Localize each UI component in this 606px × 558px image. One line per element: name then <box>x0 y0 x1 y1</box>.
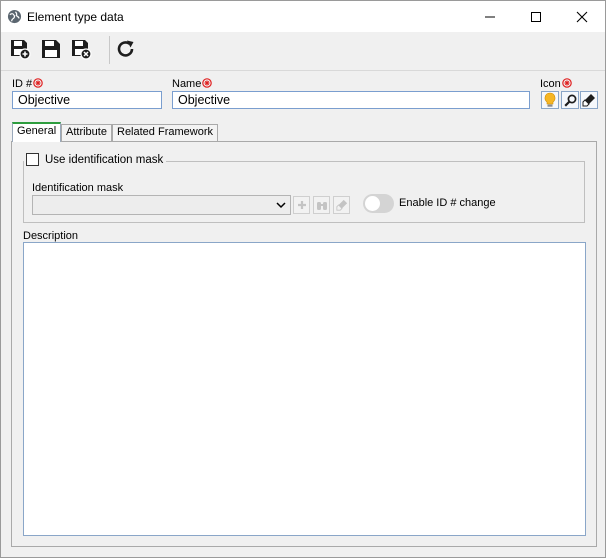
icon-clear-button[interactable] <box>580 91 598 109</box>
eraser-icon <box>335 199 347 211</box>
binoculars-icon <box>316 201 327 210</box>
required-icon <box>202 78 213 88</box>
use-mask-legend: Use identification mask <box>24 153 167 166</box>
tab-related-framework[interactable]: Related Framework <box>112 124 218 141</box>
mask-label: Identification mask <box>32 182 124 194</box>
general-tab-panel: Use identification mask Identification m… <box>11 141 597 547</box>
refresh-icon <box>117 40 134 57</box>
description-textarea[interactable] <box>23 242 586 536</box>
close-button[interactable] <box>559 1 605 32</box>
enable-id-change-toggle[interactable] <box>363 194 394 213</box>
close-icon <box>576 11 588 22</box>
use-mask-checkbox[interactable] <box>26 153 39 166</box>
plus-icon <box>297 201 306 209</box>
save-and-new-button[interactable] <box>9 38 31 60</box>
minimize-icon <box>485 16 495 17</box>
toolbar-separator <box>109 36 110 64</box>
mask-select[interactable] <box>32 195 291 215</box>
name-label: Name <box>172 78 213 90</box>
toolbar <box>1 32 605 71</box>
enable-id-change-label: Enable ID # change <box>399 197 496 209</box>
icon-label: Icon <box>540 78 572 90</box>
description-label: Description <box>23 230 79 242</box>
name-input[interactable] <box>172 91 530 109</box>
app-globe-icon <box>7 9 22 24</box>
save-button[interactable] <box>40 38 62 60</box>
floppy-plus-icon <box>11 40 31 60</box>
element-type-dialog: Element type data ID # Objective Name Ob… <box>0 0 606 558</box>
floppy-close-icon <box>72 40 92 60</box>
eraser-icon <box>582 94 595 107</box>
search-icon <box>563 94 576 107</box>
save-and-close-button[interactable] <box>70 38 92 60</box>
minimize-button[interactable] <box>467 1 513 32</box>
id-label: ID # <box>12 78 43 90</box>
icon-search-button[interactable] <box>561 91 579 109</box>
required-icon <box>33 78 43 88</box>
title-bar: Element type data <box>1 1 605 32</box>
tab-general[interactable]: General <box>12 122 62 142</box>
required-icon <box>561 78 572 88</box>
toggle-knob <box>365 196 380 211</box>
mask-add-button[interactable] <box>293 196 310 214</box>
icon-preview-button[interactable] <box>541 91 559 109</box>
tab-attribute[interactable]: Attribute <box>61 124 112 141</box>
mask-search-button[interactable] <box>313 196 330 214</box>
window-title: Element type data <box>27 10 124 24</box>
maximize-button[interactable] <box>513 1 559 32</box>
use-mask-label: Use identification mask <box>45 153 164 166</box>
mask-clear-button[interactable] <box>333 196 350 214</box>
floppy-icon <box>42 40 60 58</box>
refresh-button[interactable] <box>115 38 137 60</box>
chevron-down-icon <box>276 202 286 209</box>
maximize-icon <box>531 11 541 22</box>
lightbulb-icon <box>544 92 556 107</box>
id-input[interactable] <box>12 91 162 109</box>
